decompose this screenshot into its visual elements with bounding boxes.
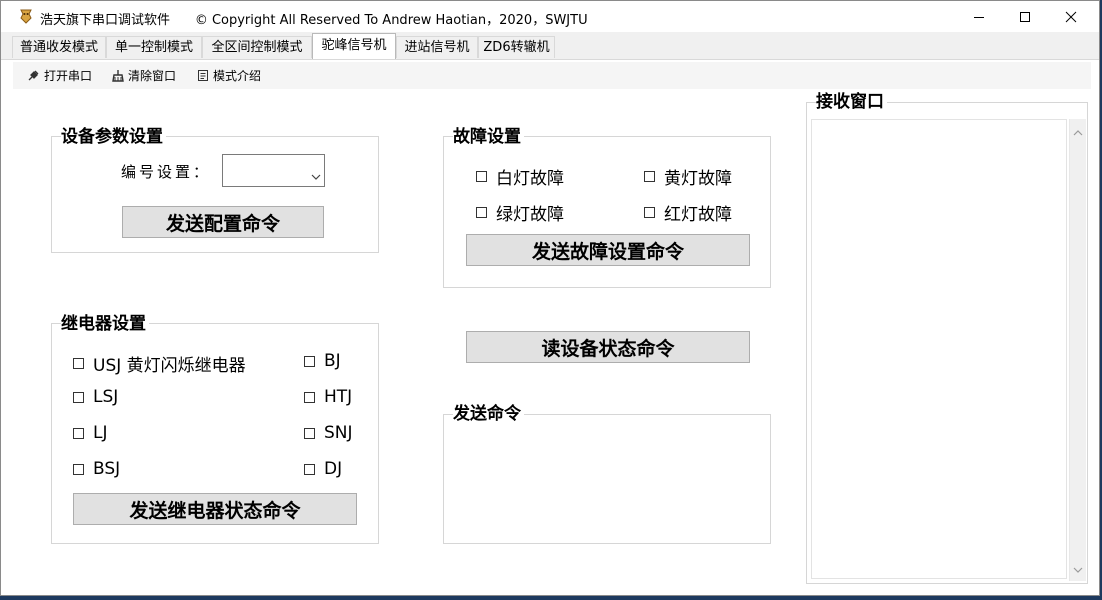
- open-port-button[interactable]: 打开串口: [27, 62, 92, 89]
- tab-hump-signal[interactable]: 驼峰信号机: [312, 33, 396, 59]
- close-icon: [1065, 11, 1077, 23]
- checkbox-label: LSJ: [93, 387, 119, 407]
- app-logo-icon: [18, 8, 34, 24]
- tab-zd6-switch[interactable]: ZD6转辙机: [478, 36, 555, 58]
- checkbox-label: BSJ: [93, 459, 121, 479]
- bj-checkbox[interactable]: BJ: [304, 351, 341, 371]
- tab-entry-signal[interactable]: 进站信号机: [396, 36, 478, 58]
- broom-icon: [111, 69, 124, 82]
- checkbox-label: BJ: [324, 351, 341, 371]
- checkbox-label: HTJ: [324, 387, 353, 407]
- toolbar: 打开串口 清除窗口 模式介绍: [13, 62, 1091, 89]
- checkbox-label: 黄灯故障: [664, 169, 732, 189]
- tab-content-hump-signal: 设备参数设置 编号设置： 发送配置命令 故障设置 白灯故障 黄灯故障 绿灯故障 …: [13, 89, 1091, 595]
- checkbox-box: [304, 463, 315, 475]
- usj-checkbox[interactable]: USJ 黄灯闪烁继电器: [73, 351, 246, 376]
- window-title: 浩天旗下串口调试软件 © Copyright All Reserved To A…: [40, 13, 588, 28]
- clear-window-label: 清除窗口: [128, 69, 177, 83]
- mode-intro-button[interactable]: 模式介绍: [197, 62, 261, 89]
- tab-normal-mode[interactable]: 普通收发模式: [12, 36, 106, 58]
- checkbox-box: [73, 463, 84, 475]
- checkbox-label: 白灯故障: [496, 169, 564, 189]
- checkbox-box: [73, 391, 84, 403]
- tab-full-interval-control[interactable]: 全区间控制模式: [202, 36, 312, 58]
- checkbox-label: SNJ: [324, 423, 353, 443]
- relay-title: 继电器设置: [61, 313, 149, 335]
- clear-window-button[interactable]: 清除窗口: [111, 62, 176, 89]
- checkbox-box: [644, 171, 655, 182]
- open-port-label: 打开串口: [44, 69, 93, 83]
- desktop-taskbar: [0, 596, 1102, 600]
- send-relay-status-button[interactable]: 发送继电器状态命令: [73, 493, 357, 525]
- send-command-title: 发送命令: [453, 403, 524, 425]
- maximize-button[interactable]: [1002, 1, 1048, 32]
- tab-strip: 普通收发模式 单一控制模式 全区间控制模式 驼峰信号机 进站信号机 ZD6转辙机: [1, 32, 1099, 60]
- send-fault-setting-button[interactable]: 发送故障设置命令: [466, 234, 750, 266]
- green-light-fault-checkbox[interactable]: 绿灯故障: [476, 200, 564, 225]
- fault-title: 故障设置: [453, 126, 524, 148]
- lsj-checkbox[interactable]: LSJ: [73, 387, 118, 407]
- dj-checkbox[interactable]: DJ: [304, 459, 342, 479]
- minimize-icon: [973, 11, 985, 23]
- white-light-fault-checkbox[interactable]: 白灯故障: [476, 164, 564, 189]
- checkbox-label: LJ: [93, 423, 108, 443]
- bsj-checkbox[interactable]: BSJ: [73, 459, 120, 479]
- send-config-button[interactable]: 发送配置命令: [122, 206, 324, 238]
- htj-checkbox[interactable]: HTJ: [304, 387, 352, 407]
- yellow-light-fault-checkbox[interactable]: 黄灯故障: [644, 164, 732, 189]
- read-device-status-button[interactable]: 读设备状态命令: [466, 331, 750, 363]
- checkbox-box: [73, 358, 84, 369]
- checkbox-box: [304, 355, 315, 367]
- checkbox-box: [73, 427, 84, 439]
- checkbox-label: DJ: [324, 459, 343, 479]
- lj-checkbox[interactable]: LJ: [73, 423, 108, 443]
- checkbox-label: 红灯故障: [664, 205, 732, 225]
- checkbox-label: 绿灯故障: [496, 205, 564, 225]
- title-bar: 浩天旗下串口调试软件 © Copyright All Reserved To A…: [1, 1, 1099, 32]
- scroll-up-icon[interactable]: [1073, 122, 1083, 141]
- receive-group: [806, 102, 1088, 584]
- maximize-icon: [1019, 11, 1031, 23]
- checkbox-box: [304, 427, 315, 439]
- device-params-title: 设备参数设置: [61, 126, 166, 148]
- checkbox-box: [304, 391, 315, 403]
- checkbox-box: [476, 207, 487, 218]
- id-setting-dropdown[interactable]: [222, 154, 325, 187]
- minimize-button[interactable]: [956, 1, 1002, 32]
- checkbox-label: USJ 黄灯闪烁继电器: [93, 356, 246, 376]
- checkbox-box: [476, 171, 487, 182]
- plug-icon: [27, 69, 40, 82]
- id-setting-label: 编号设置：: [121, 163, 212, 181]
- receive-scrollbar[interactable]: [1069, 119, 1086, 581]
- send-command-textbox[interactable]: [444, 415, 770, 543]
- send-command-group: [443, 414, 771, 544]
- mode-intro-label: 模式介绍: [213, 69, 262, 83]
- chevron-down-icon: [311, 166, 321, 185]
- red-light-fault-checkbox[interactable]: 红灯故障: [644, 200, 732, 225]
- copyright-text: © Copyright All Reserved To Andrew Haoti…: [194, 13, 588, 28]
- app-window: 浩天旗下串口调试软件 © Copyright All Reserved To A…: [0, 0, 1100, 596]
- receive-textbox[interactable]: [811, 119, 1067, 579]
- scroll-down-icon[interactable]: [1073, 559, 1083, 578]
- tab-single-control[interactable]: 单一控制模式: [106, 36, 202, 58]
- document-icon: [197, 69, 209, 82]
- checkbox-box: [644, 207, 655, 218]
- close-button[interactable]: [1048, 1, 1094, 32]
- receive-window-title: 接收窗口: [816, 91, 887, 113]
- snj-checkbox[interactable]: SNJ: [304, 423, 353, 443]
